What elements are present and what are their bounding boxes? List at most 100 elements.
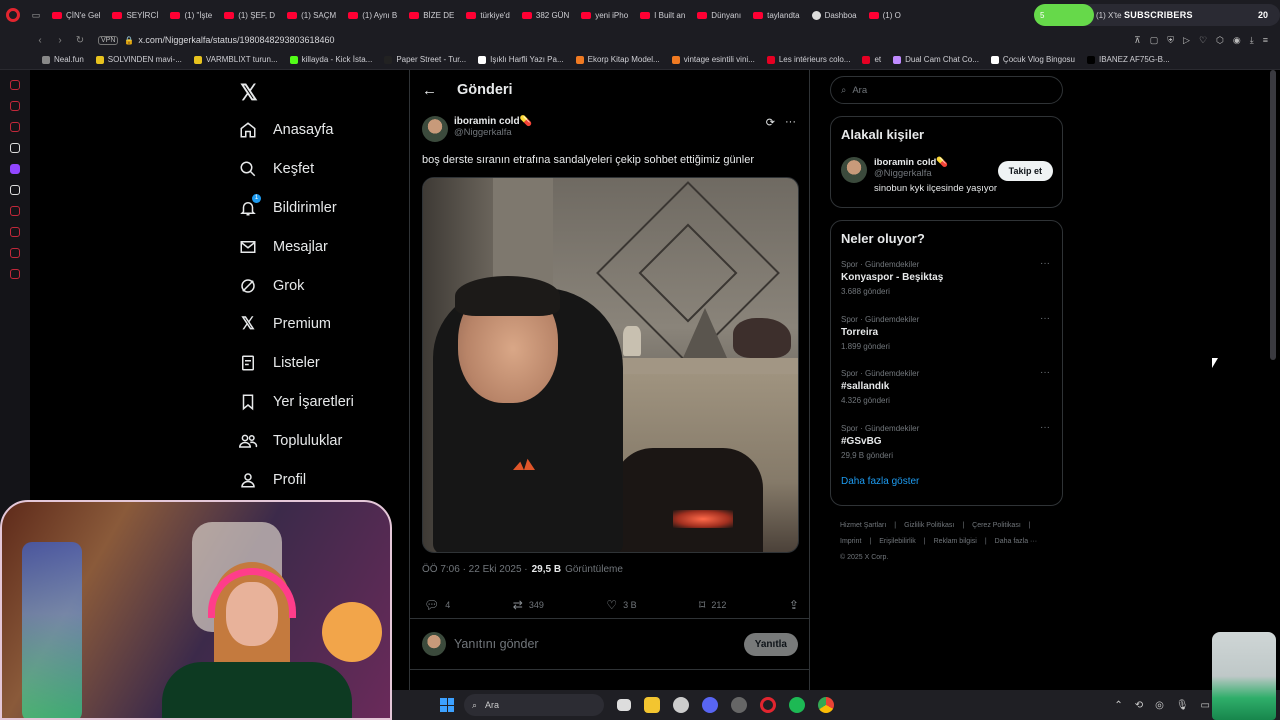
profile-icon[interactable]: ◉: [1233, 35, 1241, 46]
taskbar-search[interactable]: ⌕ Ara: [464, 694, 604, 716]
browser-tab[interactable]: (1) "İşte: [164, 4, 218, 26]
nav-item-premium[interactable]: 𝕏 Premium: [238, 305, 408, 344]
discord-icon[interactable]: [702, 697, 718, 713]
twitch-icon[interactable]: [10, 164, 20, 174]
bookmark-item[interactable]: Dual Cam Chat Co...: [887, 55, 985, 64]
reply-submit-button[interactable]: Yanıtla: [743, 632, 798, 656]
browser-tab[interactable]: Dashboa: [806, 4, 863, 26]
forward-icon[interactable]: ›: [50, 35, 70, 46]
share-button[interactable]: ⇪: [789, 598, 799, 612]
heart-icon[interactable]: ♡: [1199, 35, 1207, 46]
clock-icon[interactable]: [10, 227, 20, 237]
nav-item-notifications[interactable]: 1 Bildirimler: [238, 189, 408, 228]
sidebar-app-icon[interactable]: [10, 206, 20, 216]
footer-link[interactable]: Çerez Politikası: [972, 518, 1021, 534]
browser-tab[interactable]: (1) ŞEF, D: [218, 4, 281, 26]
url-field[interactable]: x.com/Niggerkalfa/status/198084829380361…: [138, 35, 334, 45]
bookmark-button[interactable]: ⌑ 212: [699, 598, 726, 612]
bookmark-item[interactable]: Ekorp Kitap Model...: [570, 55, 666, 64]
footer-link[interactable]: Daha fazla ···: [995, 534, 1037, 550]
browser-tab[interactable]: (1) O: [863, 4, 907, 26]
bookmark-item[interactable]: Paper Street - Tur...: [378, 55, 472, 64]
settings-icon[interactable]: [673, 697, 689, 713]
shield-icon[interactable]: ⛨: [1167, 35, 1174, 46]
x-icon[interactable]: [10, 185, 20, 195]
download-icon[interactable]: ⤓: [1250, 35, 1254, 46]
browser-tab[interactable]: (1) Aynı B: [342, 4, 403, 26]
more-options-icon[interactable]: ···: [785, 116, 796, 129]
avatar[interactable]: [422, 116, 448, 142]
post-timestamp[interactable]: ÖÖ 7:06 · 22 Eki 2025 ·: [422, 564, 528, 575]
browser-tab[interactable]: SEYİRCİ: [106, 4, 164, 26]
trend-item[interactable]: Spor · Gündemdekiler #GSvBG 29,9 B gönde…: [831, 418, 1062, 473]
menu-icon[interactable]: ≡: [1263, 35, 1268, 46]
sidebar-app-icon[interactable]: [10, 101, 20, 111]
bookmark-item[interactable]: killayda - Kick İsta...: [284, 55, 379, 64]
bookmark-item[interactable]: et: [856, 55, 887, 64]
bookmark-item[interactable]: IBANEZ AF75G-B...: [1081, 55, 1176, 64]
task-view-icon[interactable]: [617, 699, 631, 711]
app-tray-icon[interactable]: ◎: [1155, 700, 1164, 711]
related-person-name[interactable]: iboramin cold💊: [874, 157, 997, 168]
file-explorer-icon[interactable]: [644, 697, 660, 713]
more-options-icon[interactable]: ···: [1040, 367, 1050, 378]
display-icon[interactable]: ▭: [1201, 700, 1210, 711]
repost-button[interactable]: ⇄ 349: [513, 598, 544, 612]
footer-link[interactable]: Gizlilik Politikası: [904, 518, 954, 534]
bookmark-item[interactable]: VARMBLIXT turun...: [188, 55, 284, 64]
browser-tab[interactable]: Dünyanı: [691, 4, 747, 26]
extensions-icon[interactable]: ⬡: [1216, 35, 1224, 46]
nav-item-profile[interactable]: Profil: [238, 460, 408, 499]
nav-item-messages[interactable]: Mesajlar: [238, 227, 408, 266]
bookmark-item[interactable]: vintage esintili vini...: [666, 55, 761, 64]
opera-icon[interactable]: [760, 697, 776, 713]
browser-tab[interactable]: 382 GÜN: [516, 4, 575, 26]
microphone-icon[interactable]: 🎙︎: [1176, 700, 1189, 711]
like-button[interactable]: ♡ 3 B: [606, 598, 636, 612]
chevron-up-icon[interactable]: ⌃: [1114, 700, 1122, 711]
scrollbar[interactable]: [1270, 70, 1276, 360]
bookmark-item[interactable]: SOLVINDEN mavi-...: [90, 55, 188, 64]
browser-tab[interactable]: BİZE DE: [403, 4, 460, 26]
search-input[interactable]: ⌕ Ara: [830, 76, 1063, 104]
browser-tab[interactable]: türkiye'd: [460, 4, 516, 26]
footer-link[interactable]: Erişilebilirlik: [879, 534, 916, 550]
reload-icon[interactable]: ↻: [70, 35, 90, 46]
follow-button[interactable]: Takip et: [997, 161, 1053, 181]
browser-tab[interactable]: taylandta: [747, 4, 805, 26]
footer-link[interactable]: Hizmet Şartları: [840, 518, 886, 534]
sidebar-app-icon[interactable]: [10, 248, 20, 258]
more-options-icon[interactable]: ···: [1040, 422, 1050, 433]
x-logo-icon[interactable]: 𝕏: [240, 80, 258, 106]
sidebar-app-icon[interactable]: [10, 80, 20, 90]
sidebar-app-icon[interactable]: [10, 122, 20, 132]
nav-item-grok[interactable]: Grok: [238, 266, 408, 305]
trend-item[interactable]: Spor · Gündemdekiler Torreira 1.899 gönd…: [831, 309, 1062, 364]
back-icon[interactable]: ‹: [30, 35, 50, 46]
trend-item[interactable]: Spor · Gündemdekiler #sallandık 4.326 gö…: [831, 363, 1062, 418]
reply-input[interactable]: Yanıtını gönder: [454, 637, 539, 651]
sync-icon[interactable]: ⟲: [1135, 700, 1143, 711]
browser-tab[interactable]: (1) SAÇM: [281, 4, 342, 26]
post-video[interactable]: [422, 177, 799, 553]
back-arrow-icon[interactable]: ←: [422, 82, 437, 99]
nav-item-lists[interactable]: Listeler: [238, 344, 408, 383]
avatar[interactable]: [841, 157, 867, 183]
show-more-link[interactable]: Daha fazla göster: [831, 476, 1062, 487]
footer-link[interactable]: Reklam bilgisi: [934, 534, 977, 550]
trend-item[interactable]: Spor · Gündemdekiler Konyaspor - Beşikta…: [831, 254, 1062, 309]
author-name[interactable]: iboramin cold💊: [454, 116, 532, 127]
browser-tab[interactable]: yeni iPho: [575, 4, 634, 26]
more-options-icon[interactable]: ···: [1040, 258, 1050, 269]
pin-icon[interactable]: ⊼: [1134, 35, 1141, 46]
related-person[interactable]: iboramin cold💊 @Niggerkalfa sinobun kyk …: [841, 157, 1053, 194]
sidebar-app-icon[interactable]: [10, 143, 20, 153]
bookmark-item[interactable]: Neal.fun: [36, 55, 90, 64]
chrome-icon[interactable]: [818, 697, 834, 713]
nav-item-home[interactable]: Anasayfa: [238, 111, 408, 150]
snapshot-icon[interactable]: ▢: [1150, 35, 1159, 46]
settings-icon[interactable]: [10, 269, 20, 279]
author-handle[interactable]: @Niggerkalfa: [454, 127, 532, 138]
nav-item-communities[interactable]: Topluluklar: [238, 421, 408, 460]
grok-icon[interactable]: ⟳: [766, 116, 775, 129]
